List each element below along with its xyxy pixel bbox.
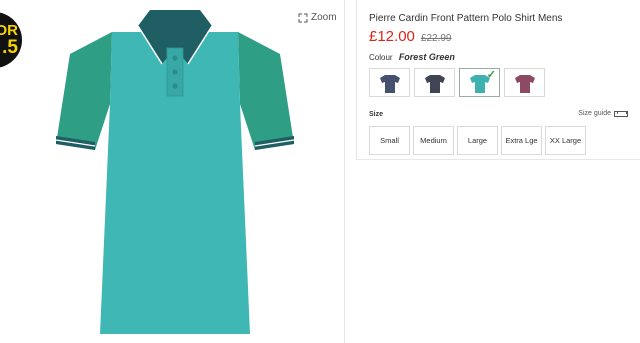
size-options: Small Medium Large Extra Lge XX Large [369,126,586,155]
product-details: Pierre Cardin Front Pattern Polo Shirt M… [356,0,640,160]
price-row: £12.00 £22.99 [369,28,451,45]
size-xx-large-button[interactable]: XX Large [545,126,586,155]
swatch-charcoal[interactable] [414,68,455,97]
zoom-label: Zoom [311,12,337,23]
size-large-button[interactable]: Large [457,126,498,155]
size-label: Size [369,111,384,118]
shirt-thumbnail-icon [379,74,400,93]
product-title: Pierre Cardin Front Pattern Polo Shirt M… [369,13,563,24]
size-guide-link[interactable]: Size guide [578,110,628,117]
colour-row: Colour Forest Green [369,52,455,62]
shirt-thumbnail-icon [424,74,445,93]
promo-badge[interactable]: OR .5 [0,12,22,68]
zoom-button[interactable]: Zoom [298,12,337,23]
size-extra-large-button[interactable]: Extra Lge [501,126,542,155]
shirt-thumbnail-icon [514,74,535,93]
size-small-button[interactable]: Small [369,126,410,155]
price-current: £12.00 [369,28,415,45]
price-original: £22.99 [420,33,452,44]
checkmark-icon: ✓ [486,69,496,81]
swatch-navy[interactable] [369,68,410,97]
size-guide-label: Size guide [578,110,611,117]
product-gallery: OR .5 Zoom [0,0,345,343]
expand-icon [298,13,308,22]
product-image[interactable] [50,4,300,343]
swatch-burgundy[interactable] [504,68,545,97]
promo-line2: .5 [2,37,18,58]
size-medium-button[interactable]: Medium [413,126,454,155]
ruler-icon [614,110,628,117]
colour-swatches: ✓ [369,68,545,97]
promo-line1: OR [0,22,18,39]
colour-value: Forest Green [398,52,455,62]
swatch-forest-green[interactable]: ✓ [459,68,500,97]
colour-label: Colour [369,53,393,62]
